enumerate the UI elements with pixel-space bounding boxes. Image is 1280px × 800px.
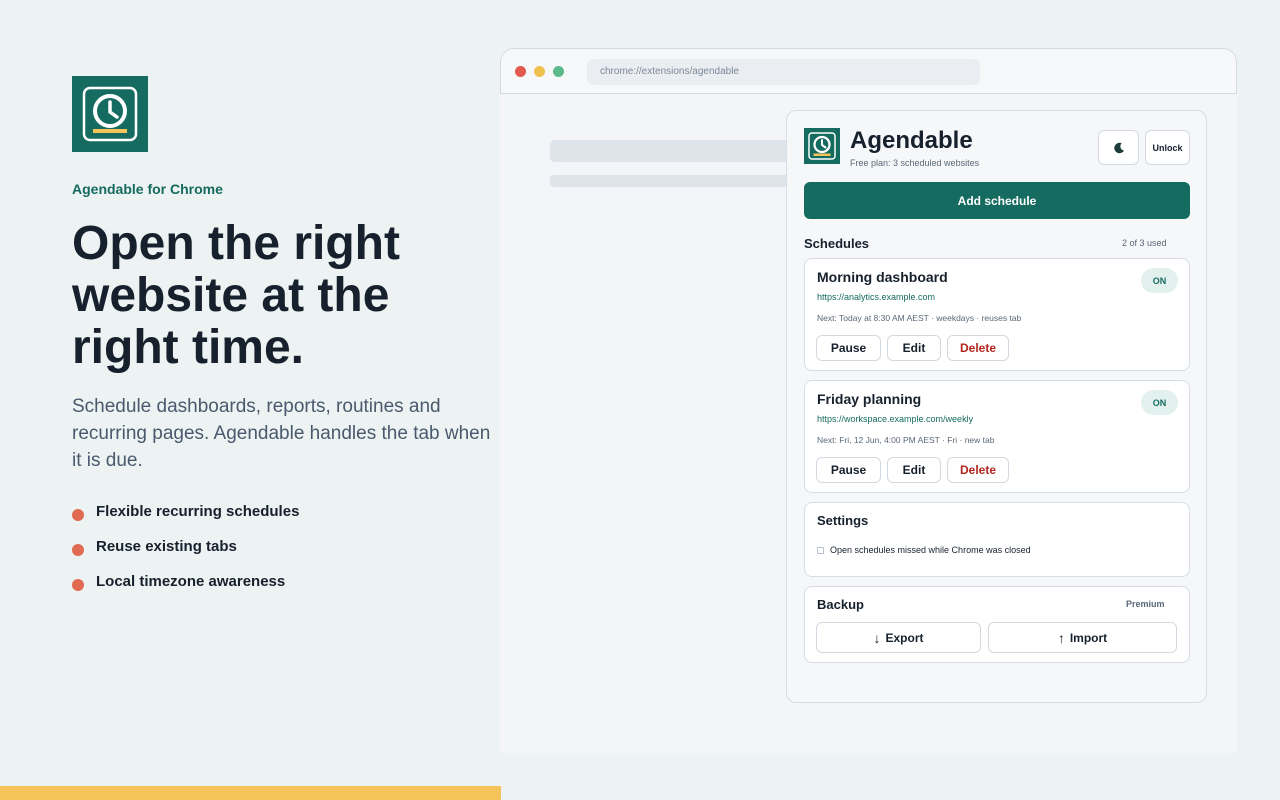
popup-title: Agendable bbox=[850, 127, 973, 154]
content-placeholder bbox=[550, 175, 790, 187]
missed-schedules-option[interactable]: Open schedules missed while Chrome was c… bbox=[817, 545, 1031, 555]
export-button[interactable]: ↓ Export bbox=[816, 622, 981, 653]
app-logo bbox=[72, 76, 148, 152]
schedule-url[interactable]: https://workspace.example.com/weekly bbox=[817, 414, 973, 424]
address-bar[interactable]: chrome://extensions/agendable bbox=[587, 59, 980, 85]
import-button[interactable]: ↑ Import bbox=[988, 622, 1177, 653]
feature-item: Local timezone awareness bbox=[72, 564, 299, 599]
maximize-window-dot[interactable] bbox=[553, 66, 564, 77]
delete-button[interactable]: Delete bbox=[947, 335, 1009, 361]
bullet-icon bbox=[72, 543, 84, 556]
edit-button[interactable]: Edit bbox=[887, 457, 941, 483]
clock-icon bbox=[808, 132, 836, 160]
missed-schedules-checkbox[interactable] bbox=[817, 546, 824, 554]
minimize-window-dot[interactable] bbox=[534, 66, 545, 77]
popup-logo bbox=[804, 128, 840, 164]
bullet-icon bbox=[72, 508, 84, 521]
schedule-next-run: Next: Fri, 12 Jun, 4:00 PM AEST · Fri · … bbox=[817, 435, 995, 445]
theme-toggle-button[interactable] bbox=[1098, 130, 1139, 165]
status-toggle[interactable]: ON bbox=[1141, 390, 1178, 415]
bullet-icon bbox=[72, 578, 84, 591]
schedule-next-run: Next: Today at 8:30 AM AEST · weekdays ·… bbox=[817, 313, 1022, 323]
option-label: Open schedules missed while Chrome was c… bbox=[830, 545, 1031, 555]
edit-button[interactable]: Edit bbox=[887, 335, 941, 361]
schedules-usage: 2 of 3 used bbox=[1122, 238, 1167, 248]
extension-popup: Agendable Free plan: 3 scheduled website… bbox=[786, 110, 1207, 703]
settings-card: Settings Open schedules missed while Chr… bbox=[804, 502, 1190, 577]
schedule-name: Morning dashboard bbox=[817, 269, 948, 285]
schedules-heading: Schedules bbox=[804, 236, 870, 251]
accent-bar bbox=[0, 786, 501, 800]
premium-badge: Premium bbox=[1126, 599, 1165, 609]
delete-button[interactable]: Delete bbox=[947, 457, 1009, 483]
close-window-dot[interactable] bbox=[515, 66, 526, 77]
schedule-url[interactable]: https://analytics.example.com bbox=[817, 292, 935, 302]
backup-heading: Backup bbox=[817, 597, 864, 612]
schedule-name: Friday planning bbox=[817, 391, 922, 407]
feature-item: Flexible recurring schedules bbox=[72, 494, 299, 529]
unlock-button[interactable]: Unlock bbox=[1145, 130, 1190, 165]
subtext: Schedule dashboards, reports, routines a… bbox=[72, 396, 491, 471]
feature-item: Reuse existing tabs bbox=[72, 529, 299, 564]
plan-label: Free plan: 3 scheduled websites bbox=[850, 158, 980, 168]
content-placeholder bbox=[550, 140, 790, 162]
schedule-card: Friday planning https://workspace.exampl… bbox=[804, 380, 1190, 493]
pause-button[interactable]: Pause bbox=[816, 335, 881, 361]
headline: Open the right website at the right time… bbox=[72, 217, 400, 374]
status-toggle[interactable]: ON bbox=[1141, 268, 1178, 293]
arrow-up-icon: ↑ bbox=[1057, 629, 1065, 646]
feature-list: Flexible recurring schedules Reuse exist… bbox=[72, 494, 299, 599]
brand-name: Agendable for Chrome bbox=[72, 181, 223, 197]
moon-icon bbox=[1113, 142, 1124, 153]
add-schedule-button[interactable]: Add schedule bbox=[804, 182, 1190, 219]
schedule-card: Morning dashboard https://analytics.exam… bbox=[804, 258, 1190, 371]
backup-card: Backup Premium ↓ Export ↑ Import bbox=[804, 586, 1190, 663]
browser-toolbar: chrome://extensions/agendable bbox=[500, 48, 1237, 94]
pause-button[interactable]: Pause bbox=[816, 457, 881, 483]
settings-heading: Settings bbox=[817, 513, 869, 528]
clock-icon bbox=[82, 86, 138, 142]
arrow-down-icon: ↓ bbox=[873, 629, 881, 646]
